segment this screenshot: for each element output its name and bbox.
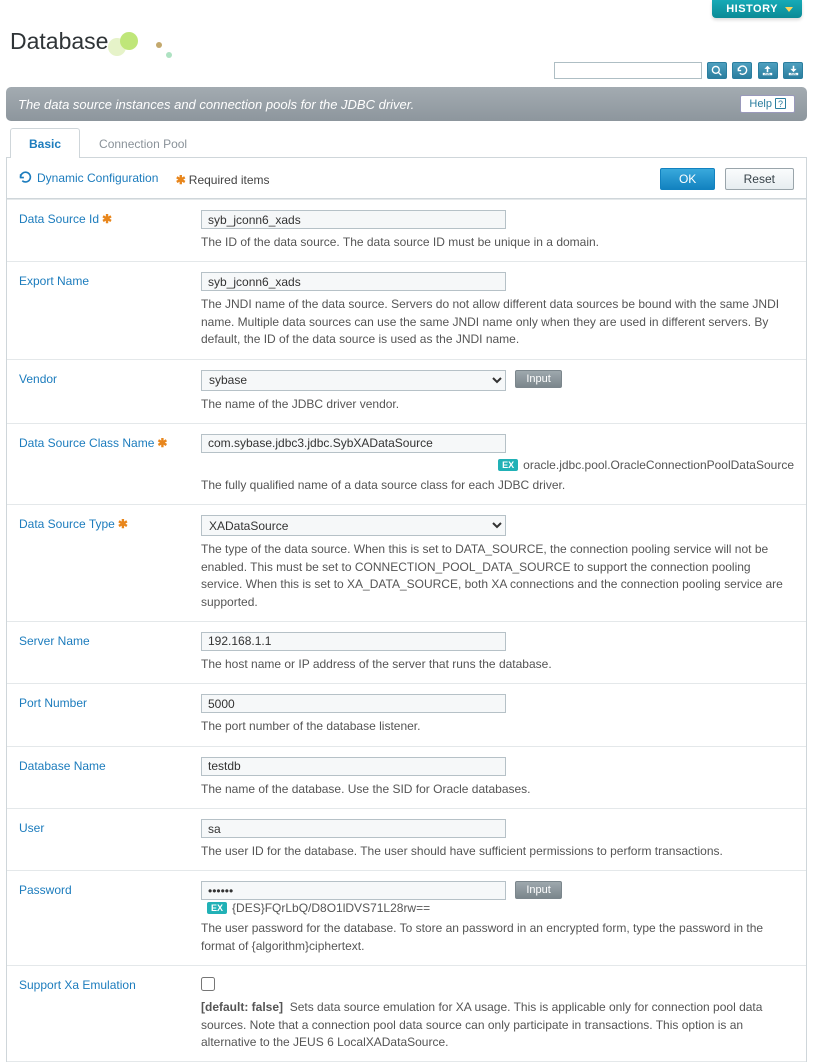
select-ds-type[interactable]: XADataSource xyxy=(201,515,506,536)
svg-text:XML: XML xyxy=(764,72,771,76)
search-icon-button[interactable] xyxy=(707,62,727,79)
desc-support-xa: [default: false] Sets data source emulat… xyxy=(201,999,794,1051)
label-database-name: Database Name xyxy=(19,757,201,773)
label-server-name: Server Name xyxy=(19,632,201,648)
input-export-name[interactable] xyxy=(201,272,506,291)
input-ds-class-name[interactable] xyxy=(201,434,506,453)
label-ds-class-name: Data Source Class Name✱ xyxy=(19,434,201,450)
ex-password-text: {DES}FQrLbQ/D8O1lDVS71L28rw== xyxy=(232,901,430,915)
help-button[interactable]: Help? xyxy=(740,95,795,113)
desc-export-name: The JNDI name of the data source. Server… xyxy=(201,296,794,348)
label-ds-type: Data Source Type✱ xyxy=(19,515,201,531)
label-user: User xyxy=(19,819,201,835)
label-vendor: Vendor xyxy=(19,370,201,386)
input-server-name[interactable] xyxy=(201,632,506,651)
ex-badge-icon: EX xyxy=(207,902,227,914)
desc-password: The user password for the database. To s… xyxy=(201,920,794,955)
label-password: Password xyxy=(19,881,201,897)
vendor-input-button[interactable]: Input xyxy=(515,370,561,388)
ex-badge-icon: EX xyxy=(498,459,518,471)
checkbox-support-xa[interactable] xyxy=(201,977,215,991)
input-user[interactable] xyxy=(201,819,506,838)
label-port-number: Port Number xyxy=(19,694,201,710)
refresh-icon-button[interactable] xyxy=(732,62,752,79)
input-port-number[interactable] xyxy=(201,694,506,713)
tab-row: Basic Connection Pool xyxy=(6,127,807,158)
required-items-legend: ✱Required items xyxy=(176,173,270,187)
page-title: Database xyxy=(10,28,803,55)
input-database-name[interactable] xyxy=(201,757,506,776)
refresh-icon xyxy=(19,171,32,184)
search-input[interactable] xyxy=(554,62,702,79)
label-support-xa: Support Xa Emulation xyxy=(19,976,201,992)
required-star-icon: ✱ xyxy=(176,173,186,187)
reset-button[interactable]: Reset xyxy=(725,168,794,190)
label-export-name: Export Name xyxy=(19,272,201,288)
desc-ds-type: The type of the data source. When this i… xyxy=(201,541,794,611)
dynamic-configuration-legend: Dynamic Configuration xyxy=(19,171,158,185)
tab-connection-pool[interactable]: Connection Pool xyxy=(80,128,206,158)
desc-database-name: The name of the database. Use the SID fo… xyxy=(201,781,794,798)
input-password[interactable] xyxy=(201,881,506,900)
select-vendor[interactable]: sybase xyxy=(201,370,506,391)
desc-server-name: The host name or IP address of the serve… xyxy=(201,656,794,673)
tab-basic[interactable]: Basic xyxy=(10,128,80,158)
desc-ds-class-name: The fully qualified name of a data sourc… xyxy=(201,477,794,494)
desc-data-source-id: The ID of the data source. The data sour… xyxy=(201,234,794,251)
password-input-button[interactable]: Input xyxy=(515,881,561,899)
section-description: The data source instances and connection… xyxy=(18,97,414,112)
input-data-source-id[interactable] xyxy=(201,210,506,229)
desc-vendor: The name of the JDBC driver vendor. xyxy=(201,396,794,413)
history-button[interactable]: HISTORY xyxy=(712,0,802,18)
ok-button[interactable]: OK xyxy=(660,168,715,190)
section-header: The data source instances and connection… xyxy=(6,87,807,121)
desc-user: The user ID for the database. The user s… xyxy=(201,843,794,860)
import-xml-icon-button[interactable]: XML xyxy=(783,62,803,79)
svg-text:XML: XML xyxy=(790,72,797,76)
desc-port-number: The port number of the database listener… xyxy=(201,718,794,735)
export-xml-icon-button[interactable]: XML xyxy=(758,62,778,79)
ex-ds-class-text: oracle.jdbc.pool.OracleConnectionPoolDat… xyxy=(523,458,794,472)
label-data-source-id: Data Source Id✱ xyxy=(19,210,201,226)
